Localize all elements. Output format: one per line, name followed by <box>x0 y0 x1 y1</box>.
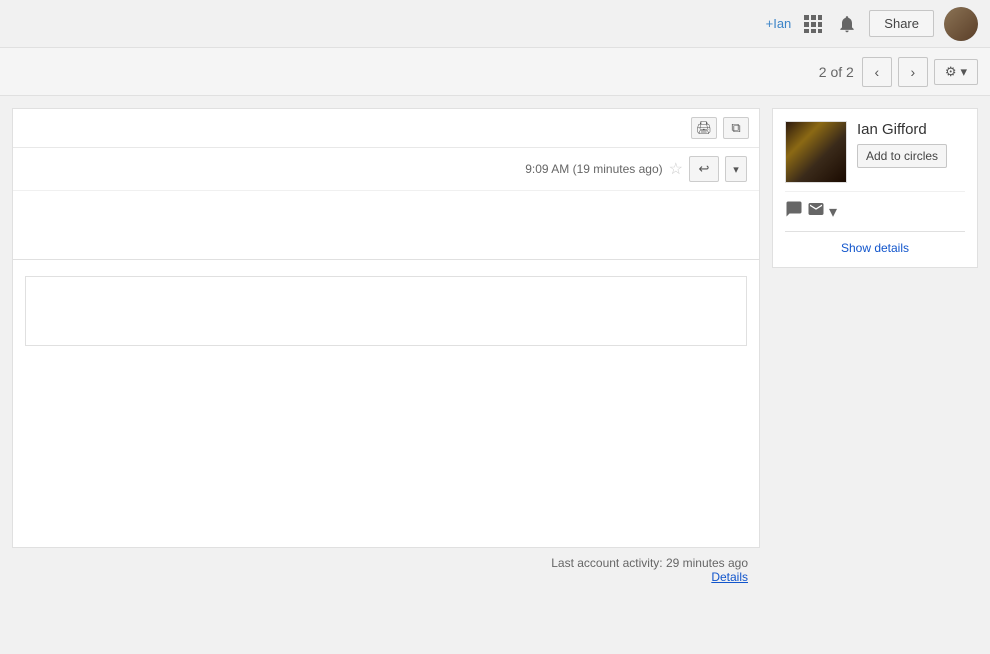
contact-top: Ian Gifford Add to circles <box>785 121 965 183</box>
avatar-image <box>944 7 978 41</box>
user-avatar[interactable] <box>944 7 978 41</box>
gear-icon: ⚙ <box>945 64 957 80</box>
show-details: Show details <box>785 240 965 255</box>
email-toolbar: 2 of 2 ‹ › ⚙ ▾ <box>0 48 990 96</box>
email-actions-bar: 🖨 ⧉ <box>13 109 759 148</box>
print-button[interactable]: 🖨 <box>691 117 717 139</box>
contact-card: Ian Gifford Add to circles ▾ Show detail… <box>772 108 978 268</box>
main-content: 🖨 ⧉ 9:09 AM (19 minutes ago) ☆ ↩ ▾ <box>0 96 990 654</box>
chat-icon[interactable] <box>785 200 803 223</box>
message-time: 9:09 AM (19 minutes ago) <box>525 162 662 176</box>
message-header: 9:09 AM (19 minutes ago) ☆ ↩ ▾ <box>13 148 759 191</box>
star-icon[interactable]: ☆ <box>669 159 683 179</box>
contact-actions: ▾ <box>785 191 965 223</box>
apps-icon[interactable] <box>801 12 825 36</box>
email-area: 🖨 ⧉ 9:09 AM (19 minutes ago) ☆ ↩ ▾ <box>0 96 760 654</box>
activity-text: Last account activity: 29 minutes ago <box>551 556 748 570</box>
print-icon: 🖨 <box>696 120 713 136</box>
sidebar: Ian Gifford Add to circles ▾ Show detail… <box>760 96 990 654</box>
expand-icon: ⧉ <box>731 120 740 136</box>
chevron-down-icon: ▾ <box>733 163 739 176</box>
email-divider <box>13 259 759 260</box>
contact-more-icon[interactable]: ▾ <box>829 202 837 222</box>
email-body <box>13 191 759 251</box>
contact-info: Ian Gifford Add to circles <box>857 121 965 168</box>
add-to-circles-button[interactable]: Add to circles <box>857 144 947 168</box>
page-indicator: 2 of 2 <box>819 64 854 80</box>
settings-button[interactable]: ⚙ ▾ <box>934 59 978 85</box>
email-footer: Last account activity: 29 minutes ago De… <box>0 548 760 592</box>
more-options-button[interactable]: ▾ <box>725 156 747 182</box>
email-icon[interactable] <box>807 200 825 223</box>
plus-ian-link[interactable]: +Ian <box>766 16 792 31</box>
contact-divider <box>785 231 965 232</box>
show-details-link[interactable]: Show details <box>841 241 909 255</box>
contact-photo <box>785 121 847 183</box>
contact-name: Ian Gifford <box>857 121 965 138</box>
next-button[interactable]: › <box>898 57 928 87</box>
notifications-icon[interactable] <box>835 12 859 36</box>
reply-icon: ↩ <box>699 161 710 177</box>
compose-area[interactable] <box>25 276 747 346</box>
email-container: 🖨 ⧉ 9:09 AM (19 minutes ago) ☆ ↩ ▾ <box>12 108 760 548</box>
prev-button[interactable]: ‹ <box>862 57 892 87</box>
details-link[interactable]: Details <box>12 570 748 584</box>
share-button[interactable]: Share <box>869 10 934 37</box>
reply-button[interactable]: ↩ <box>689 156 719 182</box>
top-navigation: +Ian Share <box>0 0 990 48</box>
settings-arrow-icon: ▾ <box>960 64 967 80</box>
new-window-button[interactable]: ⧉ <box>723 117 749 139</box>
